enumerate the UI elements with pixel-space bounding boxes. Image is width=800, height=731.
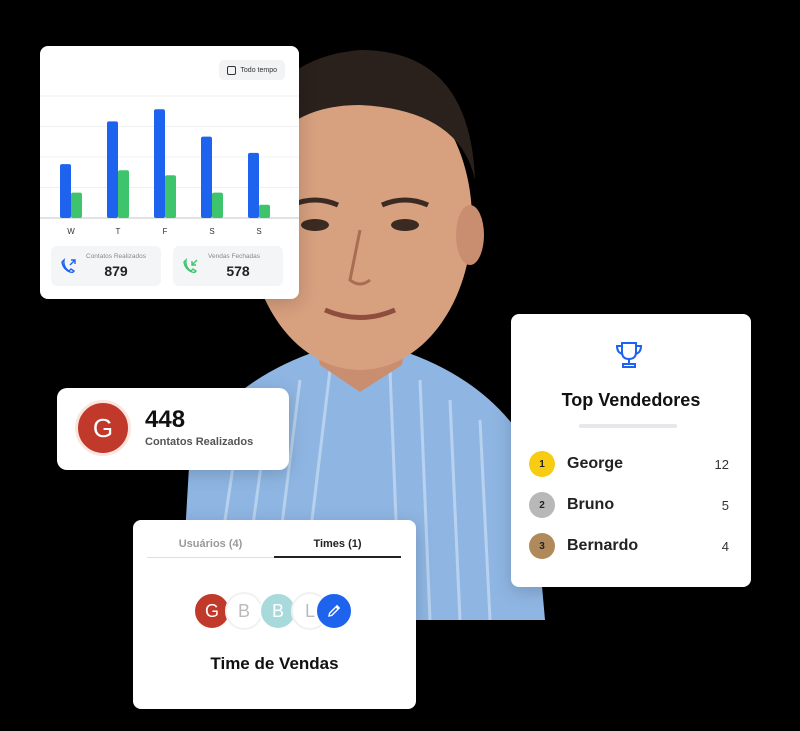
seller-score: 5 xyxy=(721,498,729,513)
stat-sales-label: Vendas Fechadas xyxy=(208,253,261,260)
seller-row[interactable]: 3 Bernardo 4 xyxy=(529,532,733,562)
trophy-icon xyxy=(615,342,643,368)
x-tick-label: S xyxy=(209,227,214,236)
calendar-icon xyxy=(227,65,237,75)
avatar: B xyxy=(225,592,263,630)
contacts-count: 448 xyxy=(145,406,186,433)
bar-T-0 xyxy=(107,121,118,218)
team-card: Usuários (4) Times (1) G B B L Time de V… xyxy=(133,520,416,709)
top-sellers-card: Top Vendedores 1 George 12 2 Bruno 5 3 B… xyxy=(511,314,751,587)
team-name: Time de Vendas xyxy=(210,654,339,673)
stat-sales-value: 578 xyxy=(226,263,250,279)
period-filter-button[interactable]: Todo tempo xyxy=(219,60,285,80)
bar-T-1 xyxy=(118,170,129,218)
bar-S-1 xyxy=(212,192,223,218)
contacts-label: Contatos Realizados xyxy=(145,436,254,448)
bronze-medal-badge: 3 xyxy=(529,533,555,559)
x-tick-label: T xyxy=(116,227,121,236)
silver-medal-badge: 2 xyxy=(529,492,555,518)
seller-score: 12 xyxy=(714,457,729,472)
stat-contacts-made: Contatos Realizados 879 xyxy=(51,246,161,286)
edit-team-button[interactable] xyxy=(315,592,353,630)
phone-incoming-icon xyxy=(183,258,198,274)
period-filter-label: Todo tempo xyxy=(240,66,277,74)
seller-name: Bernardo xyxy=(567,537,639,554)
stat-contacts-value: 879 xyxy=(104,263,128,279)
bar-W-0 xyxy=(60,164,71,218)
bar-S-0 xyxy=(201,136,212,218)
sales-chart-card: Todo tempo W T F S S Contatos Realizados 879… xyxy=(40,46,299,299)
x-tick-label: F xyxy=(163,227,168,236)
bar-F-0 xyxy=(154,109,165,218)
team-avatars: G B B L xyxy=(193,592,363,632)
x-tick-label: W xyxy=(67,227,75,236)
pencil-icon xyxy=(328,604,341,617)
top-sellers-title: Top Vendedores xyxy=(561,390,701,410)
bar-S-0 xyxy=(248,152,259,218)
stat-contacts-label: Contatos Realizados xyxy=(86,253,146,260)
tab-teams[interactable]: Times (1) xyxy=(274,534,401,558)
avatar: G xyxy=(75,400,131,456)
phone-outgoing-icon xyxy=(61,258,76,274)
team-tabs: Usuários (4) Times (1) xyxy=(147,534,401,558)
seller-row[interactable]: 2 Bruno 5 xyxy=(529,491,733,521)
stat-sales-closed: Vendas Fechadas 578 xyxy=(173,246,283,286)
seller-row[interactable]: 1 George 12 xyxy=(529,450,733,480)
bar-F-1 xyxy=(165,175,176,218)
x-tick-label: S xyxy=(256,227,261,236)
gold-medal-badge: 1 xyxy=(529,451,555,477)
divider xyxy=(579,424,677,428)
contacts-made-badge: G 448 Contatos Realizados xyxy=(57,388,289,470)
seller-name: George xyxy=(567,455,624,472)
tab-users[interactable]: Usuários (4) xyxy=(147,534,274,558)
bar-S-1 xyxy=(259,204,270,218)
bar-W-1 xyxy=(71,192,82,218)
seller-name: Bruno xyxy=(567,496,615,513)
seller-score: 4 xyxy=(721,539,729,554)
